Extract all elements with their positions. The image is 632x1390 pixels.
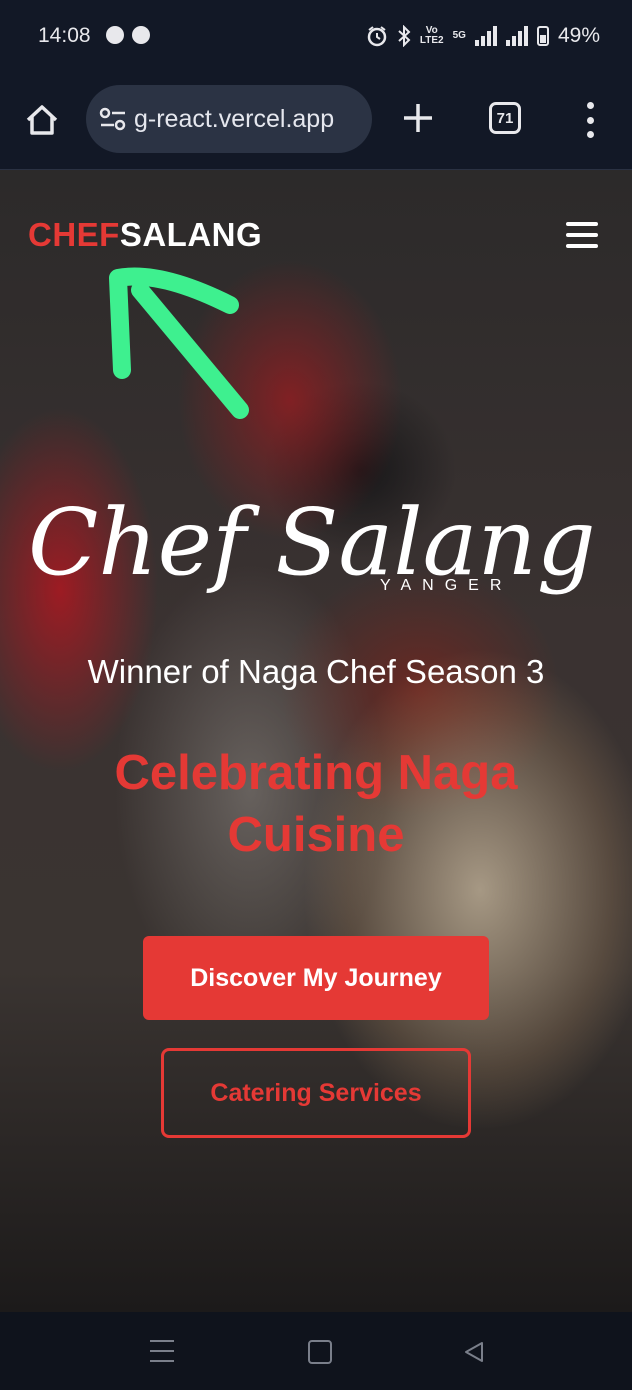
home-nav-icon[interactable] — [308, 1340, 332, 1364]
clock: 14:08 — [38, 24, 91, 47]
tab-switcher-button[interactable]: 71 — [489, 102, 521, 134]
hero-section: CHEFSALANG Chef Salang YANGER Winner of … — [0, 170, 632, 1312]
signal-icon — [505, 26, 528, 46]
alarm-icon — [367, 26, 387, 47]
signal-icon — [474, 26, 497, 46]
status-bar: 14:08 Vo LTE2 5G 49% — [0, 0, 632, 78]
catering-services-button[interactable]: Catering Services — [161, 1048, 471, 1138]
discover-journey-button[interactable]: Discover My Journey — [143, 936, 489, 1020]
system-icons: Vo LTE2 5G 49% — [366, 24, 600, 48]
home-icon[interactable] — [22, 100, 62, 140]
network-type: 5G — [452, 30, 466, 41]
new-tab-icon[interactable] — [400, 100, 436, 136]
hero-headline: Celebrating Naga Cuisine — [114, 746, 518, 862]
recents-icon[interactable] — [150, 1340, 174, 1362]
site-settings-icon[interactable] — [98, 105, 128, 133]
back-icon[interactable] — [462, 1340, 486, 1364]
battery-icon — [536, 26, 549, 46]
bluetooth-icon — [398, 25, 411, 47]
browser-toolbar: g-react.vercel.app 71 — [0, 78, 632, 170]
system-nav-bar — [0, 1312, 632, 1390]
script-logo-sub: YANGER — [380, 577, 512, 594]
url-text[interactable]: g-react.vercel.app — [134, 105, 334, 134]
battery-percent: 49% — [557, 24, 600, 47]
address-bar[interactable]: g-react.vercel.app — [86, 85, 372, 153]
annotation-arrow-icon — [109, 267, 249, 419]
notification-icons — [106, 26, 150, 44]
volte-tag: Vo LTE2 — [419, 25, 444, 46]
script-logo: Chef Salang YANGER — [28, 489, 596, 596]
hero-subtitle: Winner of Naga Chef Season 3 — [87, 653, 545, 690]
app-notification-icon — [132, 26, 150, 44]
hamburger-menu-icon[interactable] — [566, 222, 598, 248]
chat-bubble-icon — [106, 26, 124, 44]
more-menu-icon[interactable] — [582, 102, 598, 138]
site-logo[interactable]: CHEFSALANG — [28, 216, 262, 254]
